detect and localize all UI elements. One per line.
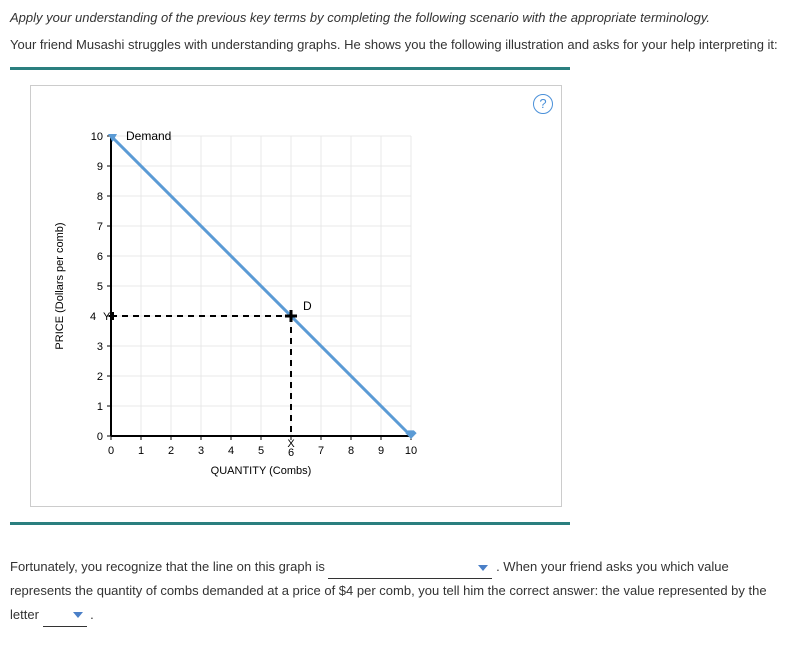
y-tick-0: 0 [97, 431, 103, 443]
y-tick-1: 1 [97, 401, 103, 413]
conclusion-text: Fortunately, you recognize that the line… [10, 555, 791, 627]
x-tick-1: 1 [138, 445, 144, 457]
instructions-text: Apply your understanding of the previous… [10, 10, 791, 25]
chart-container: ? [10, 67, 570, 525]
conclusion-part1: Fortunately, you recognize that the line… [10, 559, 328, 574]
scenario-intro-text: Your friend Musashi struggles with under… [10, 37, 791, 52]
y-tick-6: 6 [97, 251, 103, 263]
y-tick-4: 4 [90, 311, 96, 323]
dropdown-letter[interactable] [43, 603, 87, 627]
y-tick-9: 9 [97, 161, 103, 173]
y-tick-5: 5 [97, 281, 103, 293]
x-axis-label: QUANTITY (Combs) [211, 465, 312, 477]
y-tick-10: 10 [91, 131, 103, 143]
dropdown-line-type[interactable] [328, 555, 492, 579]
y-tick-2: 2 [97, 371, 103, 383]
x-tick-7: 7 [318, 445, 324, 457]
x-tick-0: 0 [108, 445, 114, 457]
point-d-label: D [303, 299, 312, 313]
help-icon[interactable]: ? [533, 94, 553, 114]
y-tick-7: 7 [97, 221, 103, 233]
y-axis-label: PRICE (Dollars per comb) [54, 222, 66, 349]
conclusion-part3: . [90, 607, 94, 622]
x-tick-3: 3 [198, 445, 204, 457]
demand-legend-label: Demand [126, 129, 171, 143]
y-tick-8: 8 [97, 191, 103, 203]
x-tick-5: 5 [258, 445, 264, 457]
x-tick-8: 8 [348, 445, 354, 457]
chart-box: ? [30, 85, 562, 507]
x-tick-4: 4 [228, 445, 234, 457]
y-tick-3: 3 [97, 341, 103, 353]
x-marker-label: X [287, 438, 295, 450]
x-tick-9: 9 [378, 445, 384, 457]
x-tick-10: 10 [405, 445, 417, 457]
chevron-down-icon [73, 612, 83, 618]
chevron-down-icon [478, 565, 488, 571]
x-tick-2: 2 [168, 445, 174, 457]
demand-chart: 10 9 8 7 6 5 3 2 1 0 4 Y [31, 86, 561, 506]
